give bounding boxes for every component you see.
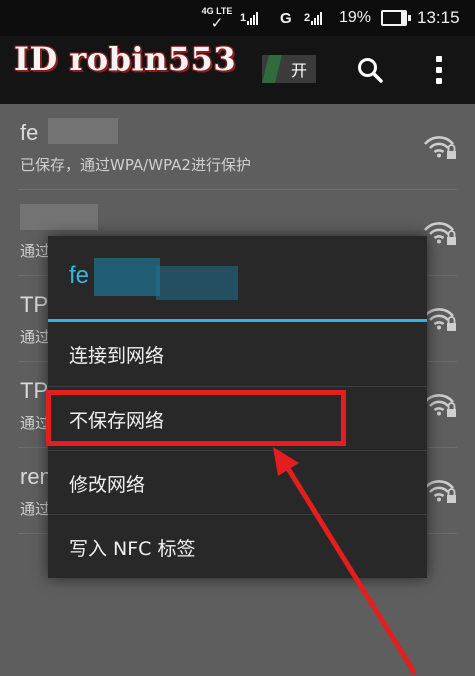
menu-item-modify[interactable]: 修改网络	[48, 451, 427, 515]
carrier-g-label: G	[280, 9, 292, 27]
search-button[interactable]	[350, 52, 390, 88]
wifi-locked-icon	[424, 394, 456, 417]
wifi-network-name: TP	[20, 378, 49, 403]
signal-bars-icon	[247, 11, 259, 25]
dialog-title: fe	[69, 262, 90, 289]
sim2-signal: 2	[304, 0, 323, 36]
check-icon: ✓	[210, 14, 224, 32]
screen: 4G LTE ✓ 1 G 2 19% 13:15 ID robin553 开 f…	[0, 0, 475, 676]
redacted-block	[48, 118, 118, 144]
wifi-toggle[interactable]: 开	[262, 55, 316, 83]
wifi-network-status: 已保存，通过WPA/WPA2进行保护	[20, 156, 251, 174]
wifi-locked-icon	[424, 136, 456, 159]
search-icon	[358, 58, 383, 83]
wifi-network-name: TP	[20, 292, 49, 317]
wifi-network-name: fe	[20, 120, 39, 145]
network-indicator: 4G LTE ✓	[201, 0, 233, 36]
wifi-network-status: 通过	[20, 500, 51, 518]
clock: 13:15	[417, 8, 460, 27]
wifi-network-row[interactable]: fe 已保存，通过WPA/WPA2进行保护	[0, 104, 475, 190]
watermark: ID robin553	[14, 40, 237, 78]
sim1-number: 1	[240, 12, 247, 24]
wifi-toggle-label: 开	[290, 61, 307, 80]
battery-percent: 19%	[339, 9, 372, 26]
sim2-number: 2	[304, 12, 311, 24]
redacted-block	[94, 258, 160, 296]
wifi-locked-icon	[424, 480, 456, 503]
sim1-signal: 1	[240, 0, 259, 36]
overflow-menu-icon	[436, 56, 442, 62]
menu-item-write-nfc[interactable]: 写入 NFC 标签	[48, 515, 427, 579]
battery-icon	[381, 0, 411, 36]
overflow-menu-button[interactable]	[424, 52, 454, 88]
wifi-network-status: 通过	[20, 242, 51, 260]
redacted-block	[20, 204, 98, 230]
wifi-network-status: 通过	[20, 328, 51, 346]
toggle-knob	[262, 55, 282, 83]
menu-item-connect[interactable]: 连接到网络	[48, 322, 427, 386]
signal-bars-icon	[311, 11, 323, 25]
wifi-locked-icon	[424, 222, 456, 245]
menu-item-label: 修改网络	[69, 473, 146, 496]
redacted-block	[156, 266, 238, 300]
wifi-locked-icon	[424, 308, 456, 331]
status-bar: 4G LTE ✓ 1 G 2 19% 13:15	[0, 0, 475, 36]
annotation-highlight-box	[46, 390, 346, 446]
menu-item-label: 写入 NFC 标签	[69, 537, 196, 560]
battery-fill	[400, 12, 405, 24]
menu-item-label: 连接到网络	[69, 344, 165, 367]
